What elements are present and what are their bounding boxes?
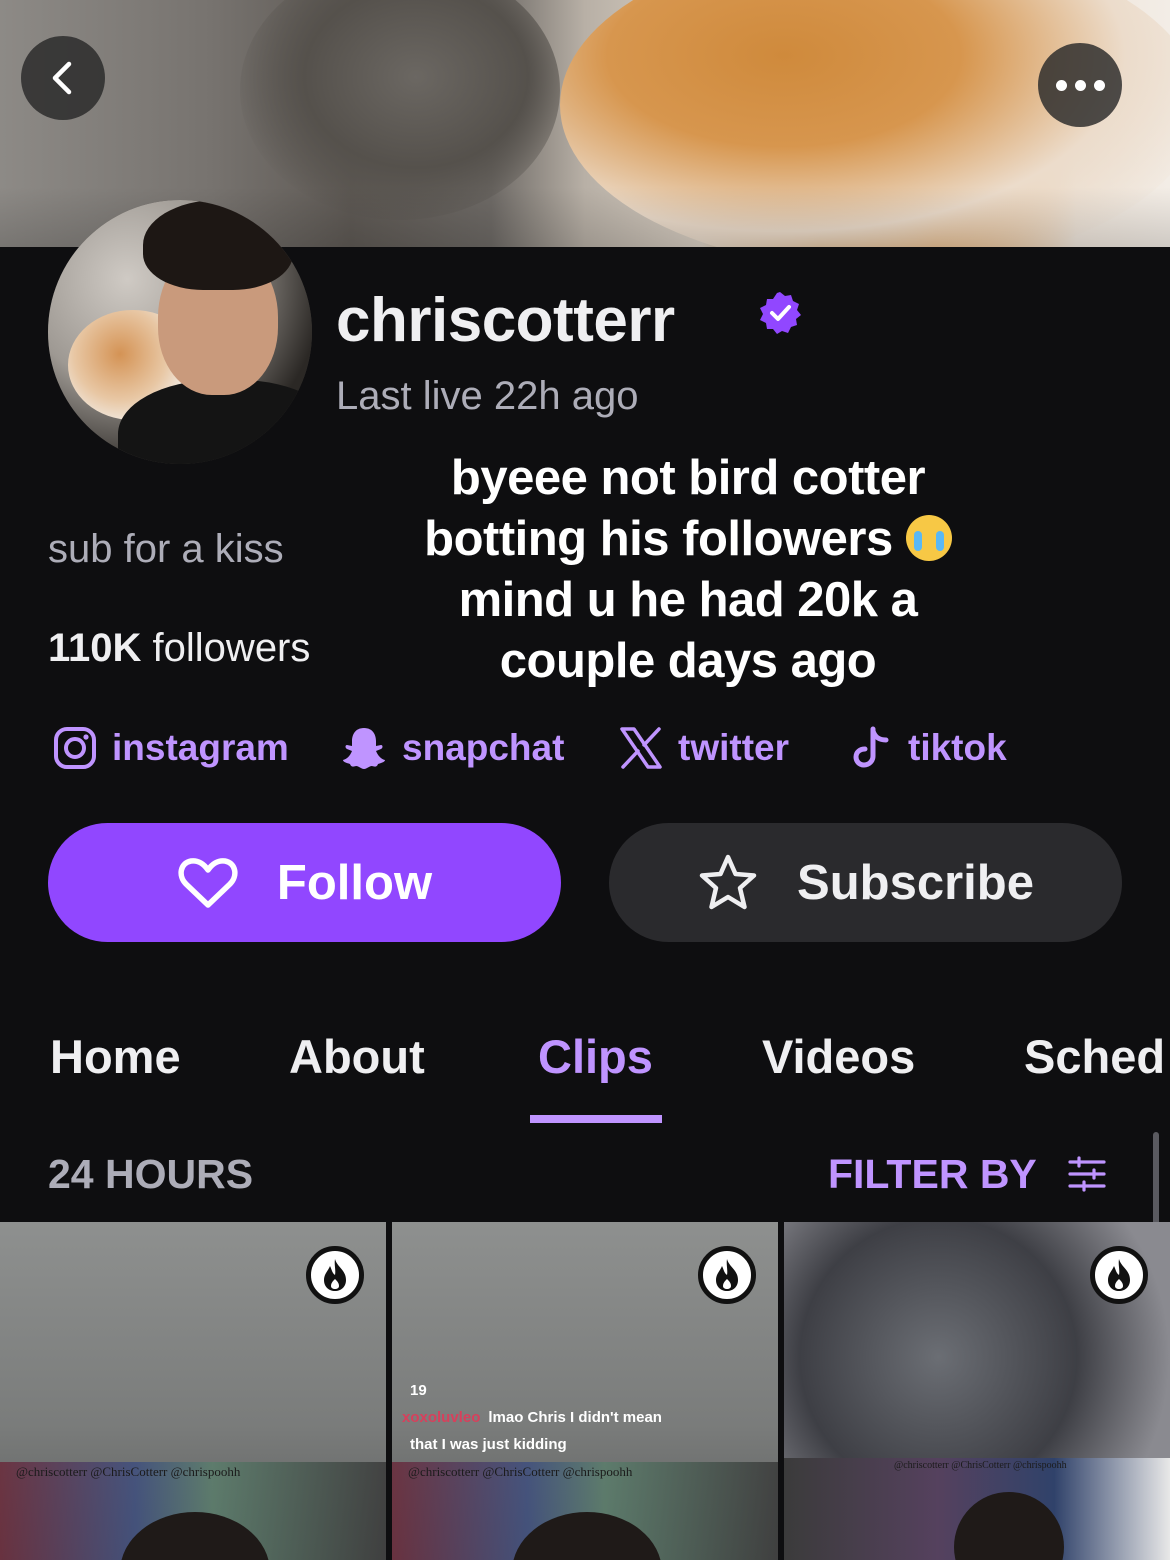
clip-handles: @chriscotterr @ChrisCotterr @chrispoohh xyxy=(408,1464,633,1479)
follower-count: 110K followers xyxy=(48,624,310,672)
loudly-crying-face-emoji-icon xyxy=(905,515,952,561)
social-label-instagram: instagram xyxy=(112,727,289,768)
social-label-tiktok: tiktok xyxy=(908,727,1007,768)
hot-flame-icon xyxy=(1090,1246,1148,1304)
clip-handles: @chriscotterr @ChrisCotterr @chrispoohh xyxy=(16,1464,241,1479)
heart-icon xyxy=(178,857,238,908)
subscribe-button[interactable]: Subscribe xyxy=(609,823,1122,942)
clips-grid: @chriscotterr @ChrisCotterr @chrispoohh … xyxy=(0,1222,1170,1560)
follower-count-label: followers xyxy=(152,626,311,670)
last-live-status: Last live 22h ago xyxy=(336,374,639,418)
channel-username: chriscotterr xyxy=(336,286,675,355)
subscribe-button-label: Subscribe xyxy=(797,855,1034,910)
tab-home[interactable]: Home xyxy=(50,1025,181,1089)
social-link-twitter[interactable]: twitter xyxy=(618,722,789,774)
chevron-left-icon xyxy=(52,61,72,95)
hot-flame-icon xyxy=(306,1246,364,1304)
snapchat-icon xyxy=(343,728,385,769)
instagram-icon xyxy=(54,727,96,769)
channel-bio: sub for a kiss xyxy=(48,527,284,571)
tab-about[interactable]: About xyxy=(289,1025,425,1089)
filter-by-label: FILTER BY xyxy=(828,1151,1037,1197)
social-link-snapchat[interactable]: snapchat xyxy=(340,722,564,774)
filter-by-button[interactable]: FILTER BY xyxy=(828,1150,1107,1198)
filter-sliders-icon xyxy=(1068,1156,1106,1192)
social-link-tiktok[interactable]: tiktok xyxy=(848,722,1007,774)
clip-chat-overlay: 19 xoxoluvleo lmao Chris I didn't mean th… xyxy=(402,1382,662,1453)
active-tab-indicator xyxy=(530,1115,662,1123)
caption-line-2: botting his followers xyxy=(424,512,893,566)
avatar[interactable] xyxy=(48,200,312,464)
caption-line-3: mind u he had 20k a xyxy=(458,573,918,627)
more-options-button[interactable] xyxy=(1038,43,1122,127)
clip-handles: @chriscotterr @ChrisCotterr @chrispoohh xyxy=(894,1460,1067,1471)
clip-thumbnail[interactable]: 19 xoxoluvleo lmao Chris I didn't mean th… xyxy=(392,1222,778,1560)
back-button[interactable] xyxy=(21,36,105,120)
caption-line-4: couple days ago xyxy=(499,634,877,688)
tab-schedule[interactable]: Sched xyxy=(1024,1025,1165,1089)
social-label-twitter: twitter xyxy=(678,727,789,768)
tiktok-icon xyxy=(853,726,889,768)
follow-button[interactable]: Follow xyxy=(48,823,561,942)
verified-badge-icon xyxy=(760,292,801,334)
hot-flame-icon xyxy=(698,1246,756,1304)
clip-thumbnail[interactable]: @chriscotterr @ChrisCotterr @chrispoohh xyxy=(0,1222,386,1560)
tab-clips[interactable]: Clips xyxy=(538,1025,653,1089)
more-dots-icon xyxy=(1055,79,1105,91)
follow-button-label: Follow xyxy=(276,855,433,910)
social-link-instagram[interactable]: instagram xyxy=(52,722,289,774)
tab-videos[interactable]: Videos xyxy=(762,1025,915,1089)
channel-tabs: Home About Clips Videos Sched xyxy=(0,1025,1170,1125)
star-icon xyxy=(699,854,757,909)
overlay-caption: byeee not bird cotter botting his follow… xyxy=(400,448,976,692)
follower-count-value: 110K xyxy=(48,626,142,670)
social-label-snapchat: snapchat xyxy=(402,727,565,768)
time-range-label[interactable]: 24 HOURS xyxy=(48,1150,253,1198)
clip-thumbnail[interactable]: @chriscotterr @ChrisCotterr @chrispoohh xyxy=(784,1222,1170,1560)
caption-line-1: byeee not bird cotter xyxy=(450,451,926,505)
x-icon xyxy=(620,727,662,769)
